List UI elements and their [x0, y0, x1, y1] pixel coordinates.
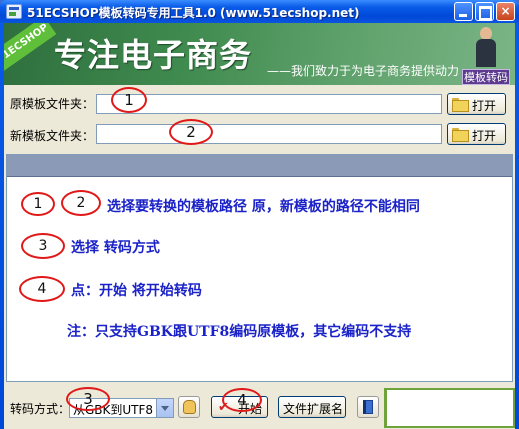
file-extension-label: 文件扩展名 [283, 402, 344, 416]
target-folder-label: 新模板文件夹： [10, 129, 95, 143]
log-panel-header [7, 155, 512, 177]
hand-button[interactable] [178, 396, 200, 418]
folder-icon [452, 98, 469, 112]
title-bar[interactable]: 51ECSHOP模板转码专用工具1.0 (www.51ecshop.net) × [0, 0, 519, 23]
banner-slogan: ——我们致力于为电子商务提供动力 [267, 64, 460, 78]
file-extension-button[interactable]: 文件扩展名 [278, 396, 346, 418]
mode-label: 转码方式： [10, 402, 71, 416]
log-line-3: 点：开始 将开始转码 [71, 283, 202, 299]
folder-icon [452, 128, 469, 142]
log-panel: 1 2 选择要转换的模板路径 原，新模板的路径不能相同 3 选择 转码方式 4 … [6, 154, 513, 382]
log-line-4: 注：只支持GBK跟UTF8编码原模板，其它编码不支持 [67, 324, 412, 340]
source-folder-input[interactable] [96, 94, 442, 114]
banner-heading: 专注电子商务 [54, 36, 253, 74]
annotation-circle-2: 2 [169, 119, 213, 145]
app-icon [6, 4, 22, 19]
open-source-label: 打开 [472, 99, 497, 113]
open-source-button[interactable]: 打开 [447, 93, 506, 115]
open-target-button[interactable]: 打开 [447, 123, 506, 145]
banner-logo: 51ECSHOP [4, 23, 57, 72]
bottom-toolbar: 转码方式： 从GBK到UTF8 3 ✔ 开始 4 文件扩展名 [4, 387, 515, 429]
app-window: 51ECSHOP模板转码专用工具1.0 (www.51ecshop.net) ×… [0, 0, 519, 429]
hand-icon [183, 400, 196, 414]
close-icon: × [500, 4, 511, 18]
minimize-button[interactable] [454, 2, 473, 21]
open-target-label: 打开 [472, 129, 497, 143]
window-title: 51ECSHOP模板转码专用工具1.0 (www.51ecshop.net) [27, 6, 360, 20]
book-button[interactable] [357, 396, 379, 418]
annotation-circle-3: 3 [66, 387, 110, 411]
close-button[interactable]: × [496, 2, 515, 21]
banner-person-image [476, 27, 496, 67]
maximize-button[interactable] [475, 2, 494, 21]
book-icon [363, 400, 373, 414]
annotation-circle-1: 1 [111, 87, 147, 113]
annotation-circle-4: 4 [222, 388, 262, 412]
target-folder-input[interactable] [96, 124, 442, 144]
log-annotation-3: 3 [21, 233, 65, 259]
banner-badge: 模板转码 [462, 69, 510, 85]
log-line-2: 选择 转码方式 [71, 240, 160, 256]
log-annotation-4: 4 [19, 276, 65, 302]
chevron-down-icon[interactable] [156, 399, 173, 417]
log-line-1: 选择要转换的模板路径 原，新模板的路径不能相同 [107, 199, 420, 215]
source-folder-label: 原模板文件夹： [10, 97, 95, 111]
status-panel [384, 388, 515, 428]
log-annotation-1: 1 [21, 192, 55, 216]
header-banner: 51ECSHOP 专注电子商务 ——我们致力于为电子商务提供动力 模板转码 [4, 23, 515, 85]
client-area: 51ECSHOP 专注电子商务 ——我们致力于为电子商务提供动力 模板转码 原模… [4, 23, 515, 429]
log-annotation-2: 2 [61, 190, 101, 216]
